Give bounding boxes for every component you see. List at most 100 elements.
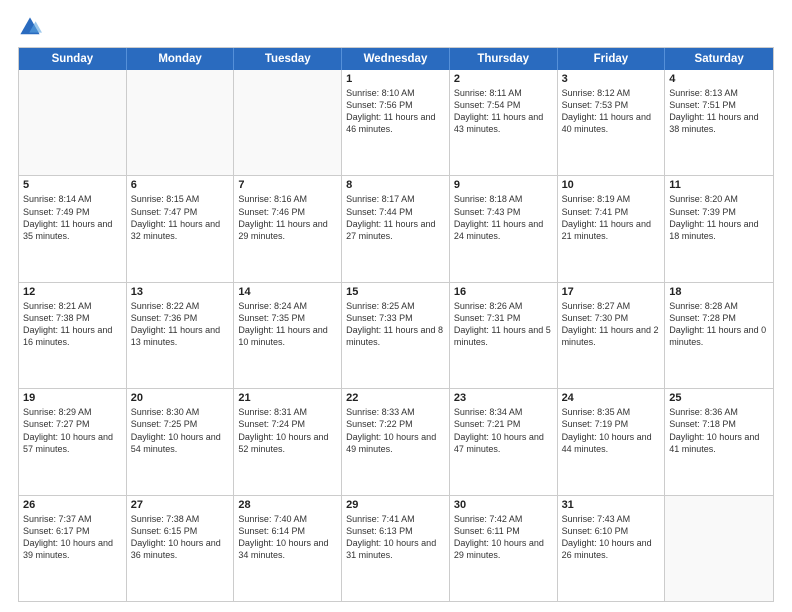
day-cell-13: 13 Sunrise: 8:22 AM Sunset: 7:36 PM Dayli…	[127, 283, 235, 388]
day-number: 27	[131, 499, 230, 511]
day-number: 28	[238, 499, 337, 511]
day-cell-22: 22Sunrise: 8:33 AM Sunset: 7:22 PM Dayli…	[342, 389, 450, 494]
day-number: 17	[562, 286, 661, 298]
day-info: Sunrise: 8:25 AM Sunset: 7:33 PM Dayligh…	[346, 300, 445, 349]
day-cell-8: 8Sunrise: 8:17 AM Sunset: 7:44 PM Daylig…	[342, 176, 450, 281]
logo	[18, 15, 46, 39]
day-number: 16	[454, 286, 553, 298]
day-cell-18: 18 Sunrise: 8:28 AM Sunset: 7:28 PM Dayli…	[665, 283, 773, 388]
day-number: 12	[23, 286, 122, 298]
day-number: 7	[238, 179, 337, 191]
day-cell-5: 5 Sunrise: 8:14 AM Sunset: 7:49 PM Daylig…	[19, 176, 127, 281]
day-number: 19	[23, 392, 122, 404]
day-cell-3: 3 Sunrise: 8:12 AM Sunset: 7:53 PM Daylig…	[558, 70, 666, 175]
day-number: 30	[454, 499, 553, 511]
week-row-3: 12 Sunrise: 8:21 AM Sunset: 7:38 PM Dayli…	[19, 283, 773, 389]
day-cell-16: 16Sunrise: 8:26 AM Sunset: 7:31 PM Dayli…	[450, 283, 558, 388]
day-info: Sunrise: 8:36 AM Sunset: 7:18 PM Dayligh…	[669, 406, 769, 455]
day-number: 18	[669, 286, 769, 298]
day-number: 20	[131, 392, 230, 404]
day-info: Sunrise: 8:28 AM Sunset: 7:28 PM Dayligh…	[669, 300, 769, 349]
day-info: Sunrise: 7:42 AM Sunset: 6:11 PM Dayligh…	[454, 513, 553, 562]
day-number: 3	[562, 73, 661, 85]
day-info: Sunrise: 8:12 AM Sunset: 7:53 PM Dayligh…	[562, 87, 661, 136]
day-info: Sunrise: 8:17 AM Sunset: 7:44 PM Dayligh…	[346, 193, 445, 242]
day-number: 26	[23, 499, 122, 511]
day-cell-9: 9 Sunrise: 8:18 AM Sunset: 7:43 PM Daylig…	[450, 176, 558, 281]
day-number: 6	[131, 179, 230, 191]
day-cell-10: 10 Sunrise: 8:19 AM Sunset: 7:41 PM Dayli…	[558, 176, 666, 281]
day-cell-27: 27 Sunrise: 7:38 AM Sunset: 6:15 PM Dayli…	[127, 496, 235, 601]
day-info: Sunrise: 7:43 AM Sunset: 6:10 PM Dayligh…	[562, 513, 661, 562]
page: SundayMondayTuesdayWednesdayThursdayFrid…	[0, 0, 792, 612]
day-cell-31: 31 Sunrise: 7:43 AM Sunset: 6:10 PM Dayli…	[558, 496, 666, 601]
day-header-tuesday: Tuesday	[234, 48, 342, 70]
day-info: Sunrise: 8:31 AM Sunset: 7:24 PM Dayligh…	[238, 406, 337, 455]
day-cell-1: 1 Sunrise: 8:10 AM Sunset: 7:56 PM Daylig…	[342, 70, 450, 175]
day-number: 5	[23, 179, 122, 191]
logo-icon	[18, 15, 42, 39]
day-header-monday: Monday	[127, 48, 235, 70]
day-header-friday: Friday	[558, 48, 666, 70]
day-cell-24: 24Sunrise: 8:35 AM Sunset: 7:19 PM Dayli…	[558, 389, 666, 494]
day-cell-25: 25 Sunrise: 8:36 AM Sunset: 7:18 PM Dayli…	[665, 389, 773, 494]
day-header-saturday: Saturday	[665, 48, 773, 70]
day-cell-12: 12 Sunrise: 8:21 AM Sunset: 7:38 PM Dayli…	[19, 283, 127, 388]
day-info: Sunrise: 8:18 AM Sunset: 7:43 PM Dayligh…	[454, 193, 553, 242]
day-cell-6: 6 Sunrise: 8:15 AM Sunset: 7:47 PM Daylig…	[127, 176, 235, 281]
day-info: Sunrise: 8:13 AM Sunset: 7:51 PM Dayligh…	[669, 87, 769, 136]
day-info: Sunrise: 8:15 AM Sunset: 7:47 PM Dayligh…	[131, 193, 230, 242]
day-info: Sunrise: 8:27 AM Sunset: 7:30 PM Dayligh…	[562, 300, 661, 349]
day-number: 24	[562, 392, 661, 404]
day-number: 9	[454, 179, 553, 191]
empty-cell	[665, 496, 773, 601]
week-row-4: 19Sunrise: 8:29 AM Sunset: 7:27 PM Dayli…	[19, 389, 773, 495]
day-cell-23: 23 Sunrise: 8:34 AM Sunset: 7:21 PM Dayli…	[450, 389, 558, 494]
day-info: Sunrise: 8:10 AM Sunset: 7:56 PM Dayligh…	[346, 87, 445, 136]
week-row-2: 5 Sunrise: 8:14 AM Sunset: 7:49 PM Daylig…	[19, 176, 773, 282]
day-number: 23	[454, 392, 553, 404]
day-cell-28: 28Sunrise: 7:40 AM Sunset: 6:14 PM Dayli…	[234, 496, 342, 601]
header	[18, 15, 774, 39]
day-cell-26: 26 Sunrise: 7:37 AM Sunset: 6:17 PM Dayli…	[19, 496, 127, 601]
day-info: Sunrise: 8:34 AM Sunset: 7:21 PM Dayligh…	[454, 406, 553, 455]
day-number: 1	[346, 73, 445, 85]
day-number: 14	[238, 286, 337, 298]
day-info: Sunrise: 8:33 AM Sunset: 7:22 PM Dayligh…	[346, 406, 445, 455]
day-cell-15: 15 Sunrise: 8:25 AM Sunset: 7:33 PM Dayli…	[342, 283, 450, 388]
day-info: Sunrise: 8:16 AM Sunset: 7:46 PM Dayligh…	[238, 193, 337, 242]
day-cell-17: 17 Sunrise: 8:27 AM Sunset: 7:30 PM Dayli…	[558, 283, 666, 388]
day-cell-20: 20 Sunrise: 8:30 AM Sunset: 7:25 PM Dayli…	[127, 389, 235, 494]
empty-cell	[19, 70, 127, 175]
day-cell-4: 4Sunrise: 8:13 AM Sunset: 7:51 PM Daylig…	[665, 70, 773, 175]
day-info: Sunrise: 7:38 AM Sunset: 6:15 PM Dayligh…	[131, 513, 230, 562]
day-number: 2	[454, 73, 553, 85]
day-number: 10	[562, 179, 661, 191]
day-info: Sunrise: 8:24 AM Sunset: 7:35 PM Dayligh…	[238, 300, 337, 349]
day-info: Sunrise: 8:22 AM Sunset: 7:36 PM Dayligh…	[131, 300, 230, 349]
day-header-wednesday: Wednesday	[342, 48, 450, 70]
day-number: 15	[346, 286, 445, 298]
day-cell-21: 21 Sunrise: 8:31 AM Sunset: 7:24 PM Dayli…	[234, 389, 342, 494]
day-info: Sunrise: 8:20 AM Sunset: 7:39 PM Dayligh…	[669, 193, 769, 242]
day-number: 29	[346, 499, 445, 511]
day-info: Sunrise: 7:37 AM Sunset: 6:17 PM Dayligh…	[23, 513, 122, 562]
week-row-5: 26 Sunrise: 7:37 AM Sunset: 6:17 PM Dayli…	[19, 496, 773, 601]
day-number: 25	[669, 392, 769, 404]
day-info: Sunrise: 8:19 AM Sunset: 7:41 PM Dayligh…	[562, 193, 661, 242]
day-header-thursday: Thursday	[450, 48, 558, 70]
day-info: Sunrise: 8:30 AM Sunset: 7:25 PM Dayligh…	[131, 406, 230, 455]
day-info: Sunrise: 8:21 AM Sunset: 7:38 PM Dayligh…	[23, 300, 122, 349]
day-info: Sunrise: 8:14 AM Sunset: 7:49 PM Dayligh…	[23, 193, 122, 242]
day-cell-7: 7 Sunrise: 8:16 AM Sunset: 7:46 PM Daylig…	[234, 176, 342, 281]
day-number: 11	[669, 179, 769, 191]
day-cell-29: 29Sunrise: 7:41 AM Sunset: 6:13 PM Dayli…	[342, 496, 450, 601]
day-number: 13	[131, 286, 230, 298]
day-number: 31	[562, 499, 661, 511]
empty-cell	[127, 70, 235, 175]
day-cell-19: 19Sunrise: 8:29 AM Sunset: 7:27 PM Dayli…	[19, 389, 127, 494]
week-row-1: 1 Sunrise: 8:10 AM Sunset: 7:56 PM Daylig…	[19, 70, 773, 176]
day-info: Sunrise: 8:11 AM Sunset: 7:54 PM Dayligh…	[454, 87, 553, 136]
day-cell-2: 2 Sunrise: 8:11 AM Sunset: 7:54 PM Daylig…	[450, 70, 558, 175]
day-number: 21	[238, 392, 337, 404]
